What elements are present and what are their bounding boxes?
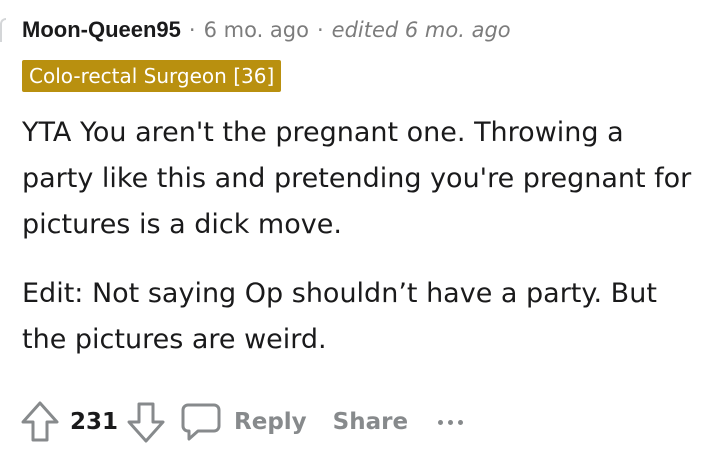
more-options-button[interactable] <box>438 407 464 437</box>
comment-paragraph: Edit: Not saying Op shouldn’t have a par… <box>22 278 657 355</box>
reply-label: Reply <box>234 409 307 435</box>
downvote-button[interactable] <box>124 400 168 444</box>
edited-label: edited 6 mo. ago <box>331 18 511 42</box>
comment: Moon-Queen95 · 6 mo. ago · edited 6 mo. … <box>0 0 702 465</box>
author-name[interactable]: Moon-Queen95 <box>22 17 181 43</box>
meta-separator: · <box>188 18 196 42</box>
speech-bubble-icon <box>180 402 222 442</box>
thread-line[interactable] <box>0 18 6 42</box>
upvote-button[interactable] <box>18 400 62 444</box>
ellipsis-icon <box>438 419 464 425</box>
timestamp[interactable]: 6 mo. ago <box>204 18 309 42</box>
comment-body: YTA You aren't the pregnant one. Throwin… <box>22 110 692 363</box>
comment-actions: 231 Reply Share <box>18 398 464 446</box>
reply-button[interactable]: Reply <box>180 402 307 442</box>
downvote-arrow-icon <box>127 402 165 443</box>
share-label: Share <box>332 409 409 435</box>
comment-paragraph: YTA You aren't the pregnant one. Throwin… <box>22 117 692 240</box>
meta-separator: · <box>316 18 324 42</box>
share-button[interactable]: Share <box>333 409 408 435</box>
upvote-arrow-icon <box>21 401 59 442</box>
user-flair: Colo-rectal Surgeon [36] <box>22 60 282 92</box>
comment-meta: Moon-Queen95 · 6 mo. ago · edited 6 mo. … <box>22 15 511 45</box>
vote-score: 231 <box>70 409 119 435</box>
